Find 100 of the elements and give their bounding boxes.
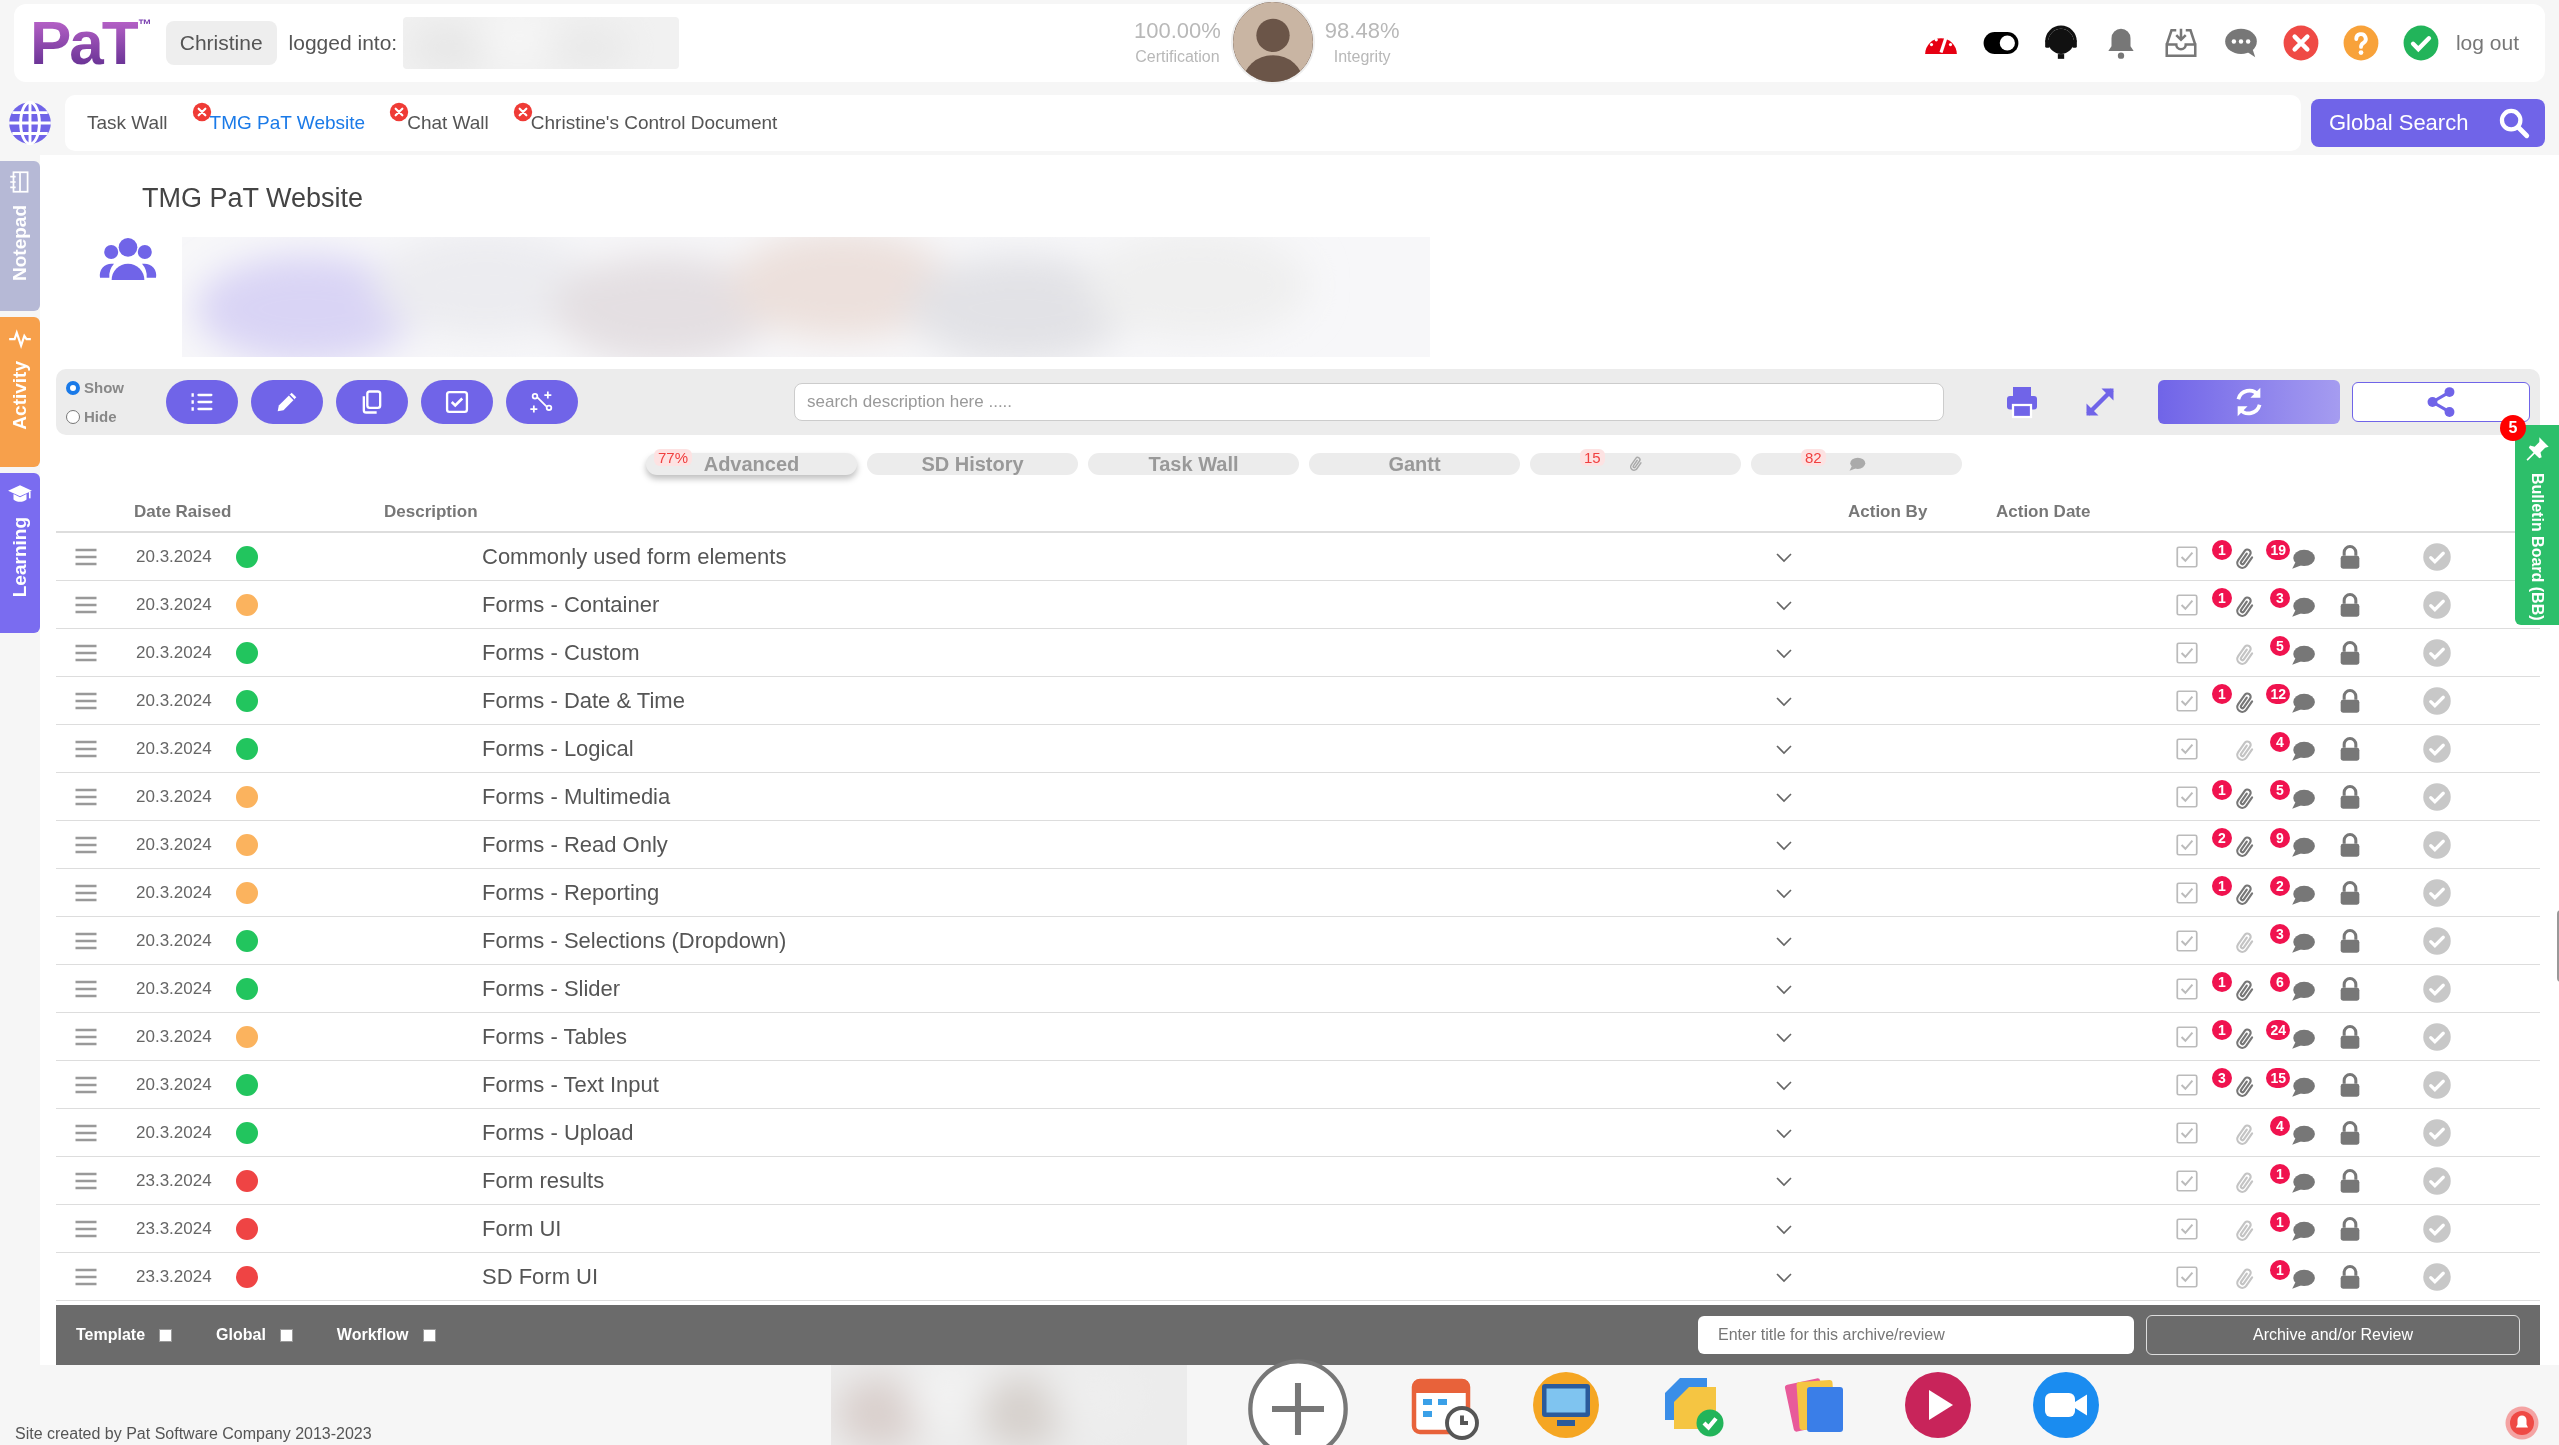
checkbox[interactable] [279, 1328, 293, 1342]
toolbar-button[interactable] [251, 380, 323, 424]
description-cell[interactable]: Forms - Multimedia [482, 783, 1772, 810]
checkbox-icon[interactable] [2174, 879, 2200, 906]
description-cell[interactable]: Forms - Custom [482, 639, 1772, 666]
global-search-button[interactable]: Global Search [2311, 98, 2545, 147]
checkbox-icon[interactable] [2174, 1071, 2200, 1098]
video-camera-icon[interactable] [2030, 1369, 2102, 1441]
count-badge: 5 [2270, 779, 2290, 800]
count-badge: 24 [2266, 1019, 2290, 1040]
logged-into-label: logged into: [288, 31, 398, 55]
add-icon[interactable] [1246, 1357, 1350, 1445]
description-cell[interactable]: Forms - Reporting [482, 879, 1772, 906]
archive-button[interactable]: Archive and/or Review [2146, 1315, 2520, 1355]
stat-label: Integrity [1333, 48, 1391, 66]
toolbar-button[interactable] [166, 380, 238, 424]
count-badge: 3 [2270, 923, 2290, 944]
check-circle-icon[interactable] [2401, 24, 2440, 62]
date-cell-text: 20.3.2024 [136, 642, 213, 663]
checkbox-icon[interactable] [2174, 639, 2200, 666]
description-cell[interactable]: Forms - Upload [482, 1119, 1772, 1146]
side-tab[interactable]: Learning [0, 473, 40, 633]
play-icon[interactable] [1902, 1369, 1974, 1441]
tab[interactable]: Christine's Control Document [528, 103, 780, 142]
count-badge: 3 [2270, 587, 2290, 608]
count-badge: 15 [1580, 449, 1605, 466]
user-name: Christine [165, 21, 277, 65]
checkbox-icon[interactable] [2174, 735, 2200, 762]
date-cell-text: 20.3.2024 [136, 834, 213, 855]
checkbox-icon[interactable] [2174, 831, 2200, 858]
tab[interactable]: Chat Wall [405, 103, 491, 142]
check-circle-icon[interactable] [2422, 781, 2452, 812]
checkbox-icon[interactable] [2174, 1215, 2200, 1242]
check-circle-icon[interactable] [2422, 1069, 2452, 1100]
checkbox-icon[interactable] [2174, 1119, 2200, 1146]
print-icon[interactable] [2004, 384, 2040, 420]
check-circle-icon[interactable] [2422, 1021, 2452, 1052]
description-cell[interactable]: SD Form UI [482, 1263, 1772, 1290]
description-cell[interactable]: Forms - Tables [482, 1023, 1772, 1050]
description-cell[interactable]: Forms - Text Input [482, 1071, 1772, 1098]
check-circle-icon[interactable] [2422, 541, 2452, 572]
checkbox-icon[interactable] [2174, 783, 2200, 810]
description-cell[interactable]: Form results [482, 1167, 1772, 1194]
description-cell[interactable]: Forms - Logical [482, 735, 1772, 762]
checkbox[interactable] [159, 1328, 173, 1342]
toolbar-button[interactable] [506, 380, 578, 424]
description-cell[interactable]: Forms - Slider [482, 975, 1772, 1002]
tab[interactable]: Task Wall [85, 103, 170, 142]
monitor-icon[interactable] [1530, 1369, 1602, 1441]
close-circle-icon[interactable] [2281, 24, 2320, 62]
share-button[interactable] [2352, 382, 2530, 422]
check-circle-icon[interactable] [2422, 1213, 2452, 1244]
description-cell[interactable]: Forms - Date & Time [482, 687, 1772, 714]
checkbox-icon[interactable] [2174, 927, 2200, 954]
check-circle-icon[interactable] [2422, 829, 2452, 860]
check-circle-icon[interactable] [2422, 973, 2452, 1004]
title-input-field[interactable]: Enter title for this archive/review [1698, 1316, 2134, 1354]
option-label: Template [76, 1326, 146, 1344]
check-circle-icon[interactable] [2422, 685, 2452, 716]
checkbox-icon[interactable] [2174, 1263, 2200, 1290]
column-header: Description [384, 502, 479, 522]
date-cell-text: 23.3.2024 [136, 1170, 213, 1191]
description-cell[interactable]: Forms - Read Only [482, 831, 1772, 858]
check-circle-icon[interactable] [2422, 1165, 2452, 1196]
close-icon[interactable] [191, 101, 212, 122]
close-icon[interactable] [389, 101, 410, 122]
refresh-button[interactable] [2158, 380, 2340, 424]
close-icon[interactable] [512, 101, 533, 122]
description-cell[interactable]: Commonly used form elements [482, 543, 1772, 570]
description-cell[interactable]: Forms - Selections (Dropdown) [482, 927, 1772, 954]
description-cell[interactable]: Form UI [482, 1215, 1772, 1242]
check-circle-icon[interactable] [2422, 1261, 2452, 1292]
toolbar-button[interactable] [421, 380, 493, 424]
stat-label: Certification [1135, 48, 1220, 66]
date-cell-text: 20.3.2024 [136, 1026, 213, 1047]
count-badge: 1 [2212, 1019, 2232, 1040]
description-cell[interactable]: Forms - Container [482, 591, 1772, 618]
search-field[interactable]: search description here ..... [794, 383, 1944, 421]
count-badge: 5 [2270, 635, 2290, 656]
toolbar-button[interactable] [336, 380, 408, 424]
checkbox[interactable] [422, 1328, 436, 1342]
count-badge: 3 [2212, 1067, 2232, 1088]
count-badge: 2 [2212, 827, 2232, 848]
check-circle-icon[interactable] [2422, 877, 2452, 908]
check-circle-icon[interactable] [2422, 637, 2452, 668]
check-circle-icon[interactable] [2422, 589, 2452, 620]
notification-icon[interactable] [2504, 1405, 2540, 1441]
check-circle-icon[interactable] [2422, 925, 2452, 956]
checkbox-icon[interactable] [2174, 1167, 2200, 1194]
date-cell-text: 20.3.2024 [136, 978, 213, 999]
checkbox-icon[interactable] [2174, 1023, 2200, 1050]
checkbox-icon[interactable] [2174, 975, 2200, 1002]
check-circle-icon[interactable] [2422, 1117, 2452, 1148]
tab[interactable]: TMG PaT Website [207, 103, 368, 142]
checkbox-icon[interactable] [2174, 543, 2200, 570]
checkbox-icon[interactable] [2174, 591, 2200, 618]
check-circle-icon[interactable] [2422, 733, 2452, 764]
count-badge: 4 [2270, 1115, 2290, 1136]
logout-link[interactable]: log out [2455, 31, 2519, 55]
checkbox-icon[interactable] [2174, 687, 2200, 714]
